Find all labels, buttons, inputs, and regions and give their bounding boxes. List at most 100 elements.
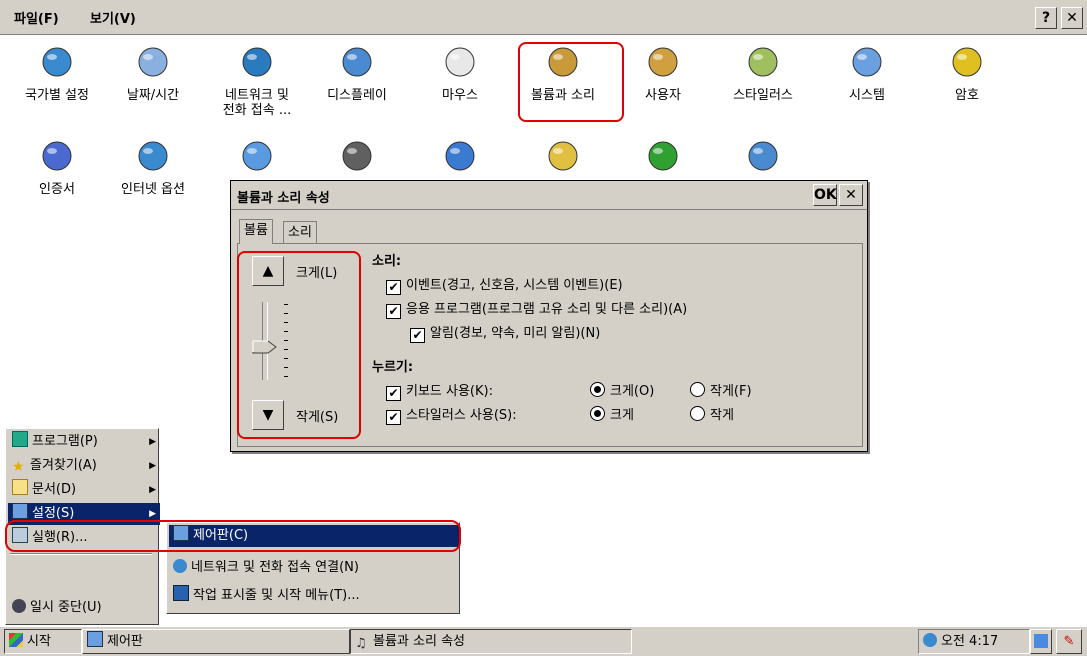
menu-file[interactable]: 파일(F) bbox=[14, 8, 59, 27]
control-panel-item[interactable] bbox=[312, 138, 402, 182]
stylus-loud-radio[interactable]: 크게 bbox=[590, 404, 634, 423]
notifications-checkbox[interactable]: ✔ bbox=[410, 328, 425, 343]
taskbar-volume-props[interactable]: ♫ 볼륨과 소리 속성 bbox=[350, 629, 632, 654]
apps-row[interactable]: ✔ 응용 프로그램(프로그램 고유 소리 및 다른 소리)(A) bbox=[386, 298, 687, 319]
stylus-soft-radio[interactable]: 작게 bbox=[690, 404, 734, 423]
programs-icon bbox=[12, 431, 28, 447]
start-label: 시작 bbox=[27, 634, 51, 649]
submenu-arrow-icon: ▶ bbox=[149, 485, 156, 495]
radio-icon bbox=[590, 406, 605, 421]
submenu-label: 네트워크 및 전화 접속 연결(N) bbox=[191, 560, 359, 575]
control-panel-item[interactable]: 국가별 설정 bbox=[12, 44, 102, 103]
control-panel-item[interactable] bbox=[618, 138, 708, 182]
system-icon bbox=[847, 44, 887, 84]
keyboard-monitor-icon bbox=[237, 138, 277, 178]
control-panel-item[interactable]: 네트워크 및 전화 접속 ... bbox=[212, 44, 302, 118]
submenu-label: 작업 표시줄 및 시작 메뉴(T)... bbox=[193, 588, 360, 603]
control-panel-item[interactable]: 암호 bbox=[922, 44, 1012, 103]
start-item-label: 일시 중단(U) bbox=[30, 600, 102, 615]
stylus-row[interactable]: ✔ 스타일러스 사용(S): bbox=[386, 404, 517, 425]
close-button[interactable]: ✕ bbox=[1061, 7, 1083, 29]
control-panel-item[interactable]: 시스템 bbox=[822, 44, 912, 103]
stylus-checkbox[interactable]: ✔ bbox=[386, 410, 401, 425]
control-panel-item-label: 시스템 bbox=[849, 88, 885, 103]
tab-sound[interactable]: 소리 bbox=[283, 221, 317, 244]
submenu-taskbar[interactable]: 작업 표시줄 및 시작 메뉴(T)... bbox=[169, 585, 459, 607]
control-panel-item-label: 마우스 bbox=[442, 88, 478, 103]
users-icon bbox=[643, 44, 683, 84]
menu-view[interactable]: 보기(V) bbox=[90, 8, 136, 27]
clock: 오전 4:17 bbox=[941, 634, 999, 649]
certificate-gear-icon bbox=[37, 138, 77, 178]
menu-bar: 파일(F) 보기(V) ? ✕ bbox=[0, 0, 1087, 35]
control-panel-item[interactable] bbox=[212, 138, 302, 182]
radio-icon bbox=[590, 382, 605, 397]
taskbar-item-label: 볼륨과 소리 속성 bbox=[373, 634, 465, 649]
control-panel-item[interactable]: 사용자 bbox=[618, 44, 708, 103]
start-button[interactable]: 시작 bbox=[4, 629, 82, 654]
submenu-network[interactable]: 네트워크 및 전화 접속 연결(N) bbox=[169, 557, 459, 579]
keyboard-row[interactable]: ✔ 키보드 사용(K): bbox=[386, 380, 493, 401]
control-panel-item[interactable] bbox=[718, 138, 808, 182]
control-panel-item[interactable]: 날짜/시간 bbox=[108, 44, 198, 103]
volume-icon-highlight bbox=[518, 42, 624, 122]
dialog-close-button[interactable]: ✕ bbox=[839, 184, 863, 206]
start-item-label: 문서(D) bbox=[32, 482, 77, 497]
taskbar-control-panel[interactable]: 제어판 bbox=[82, 629, 350, 654]
settings-highlight bbox=[5, 520, 461, 552]
control-panel-item[interactable]: 마우스 bbox=[415, 44, 505, 103]
network-globe-icon bbox=[173, 559, 187, 573]
keyboard-soft-radio[interactable]: 작게(F) bbox=[690, 380, 752, 399]
control-panel-item-label: 인증서 bbox=[39, 182, 75, 197]
slider-highlight bbox=[237, 251, 361, 439]
star-icon: ★ bbox=[12, 459, 25, 475]
clicks-heading: 누르기: bbox=[372, 360, 414, 375]
control-panel-item[interactable]: 인터넷 옵션 bbox=[108, 138, 198, 197]
help-button[interactable]: ? bbox=[1035, 7, 1057, 29]
input-panel-button[interactable]: ✎ bbox=[1056, 629, 1082, 654]
keyboard-loud-label: 크게(O) bbox=[610, 384, 655, 399]
ok-button[interactable]: OK bbox=[813, 184, 837, 206]
display-icon bbox=[337, 44, 377, 84]
control-panel-item[interactable] bbox=[518, 138, 608, 182]
tab-volume[interactable]: 볼륨 bbox=[239, 219, 273, 244]
stylus-loud-label: 크게 bbox=[610, 408, 634, 423]
stylus-label: 스타일러스 사용(S): bbox=[406, 408, 517, 423]
control-panel-item-label: 네트워크 및 전화 접속 ... bbox=[222, 88, 292, 118]
start-item-documents[interactable]: 문서(D) ▶ bbox=[8, 479, 160, 501]
clock-calendar-icon bbox=[133, 44, 173, 84]
control-panel-item[interactable]: 인증서 bbox=[12, 138, 102, 197]
stylus-icon bbox=[743, 44, 783, 84]
keyboard-loud-radio[interactable]: 크게(O) bbox=[590, 380, 654, 399]
windows-logo-icon bbox=[9, 633, 23, 647]
events-checkbox[interactable]: ✔ bbox=[386, 280, 401, 295]
radio-icon bbox=[690, 406, 705, 421]
dialog-title-bar: 볼륨과 소리 속성 OK ✕ bbox=[231, 181, 867, 210]
speaker-icon: ♫ bbox=[355, 636, 367, 651]
control-panel-item-label: 사용자 bbox=[645, 88, 681, 103]
taskbar: 시작 제어판 ♫ 볼륨과 소리 속성 오전 4:17 ✎ bbox=[0, 626, 1087, 656]
events-row[interactable]: ✔ 이벤트(경고, 신호음, 시스템 이벤트)(E) bbox=[386, 274, 623, 295]
desktop-toggle-button[interactable] bbox=[1030, 629, 1052, 654]
network-globe-icon bbox=[237, 44, 277, 84]
apps-label: 응용 프로그램(프로그램 고유 소리 및 다른 소리)(A) bbox=[406, 302, 688, 317]
control-panel-item[interactable] bbox=[415, 138, 505, 182]
control-panel-item[interactable]: 스타일러스 bbox=[718, 44, 808, 103]
network-tray-icon[interactable] bbox=[923, 633, 937, 647]
start-item-favorites[interactable]: ★ 즐겨찾기(A) ▶ bbox=[8, 455, 160, 477]
notifications-row[interactable]: ✔ 알림(경보, 약속, 미리 알림)(N) bbox=[410, 322, 600, 343]
keyboard-checkbox[interactable]: ✔ bbox=[386, 386, 401, 401]
password-key-icon bbox=[947, 44, 987, 84]
control-panel-item[interactable]: 디스플레이 bbox=[312, 44, 402, 103]
pen-icon: ✎ bbox=[1063, 634, 1075, 649]
start-item-label: 프로그램(P) bbox=[32, 434, 98, 449]
phone-icon bbox=[337, 138, 377, 178]
start-item-suspend[interactable]: 일시 중단(U) bbox=[8, 597, 160, 619]
desktop-icon bbox=[1034, 634, 1048, 648]
internet-options-icon bbox=[133, 138, 173, 178]
apps-checkbox[interactable]: ✔ bbox=[386, 304, 401, 319]
start-item-programs[interactable]: 프로그램(P) ▶ bbox=[8, 431, 160, 453]
system-tray: 오전 4:17 bbox=[918, 629, 1030, 654]
taskbar-icon bbox=[173, 585, 189, 601]
control-panel-item-label: 디스플레이 bbox=[327, 88, 387, 103]
